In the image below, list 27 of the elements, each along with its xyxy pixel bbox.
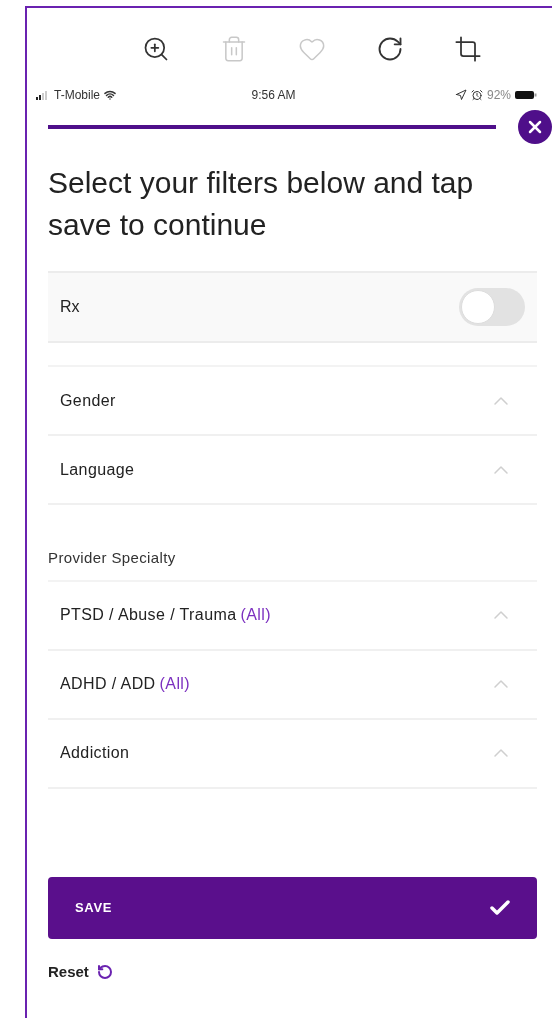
trash-icon[interactable] <box>220 35 248 63</box>
wifi-icon <box>104 89 116 101</box>
section-title: Provider Specialty <box>48 548 177 568</box>
filter-count: (All) <box>159 674 190 694</box>
signal-icon <box>36 90 50 100</box>
carrier-name: T-Mobile <box>54 87 100 104</box>
rx-toggle[interactable] <box>459 288 525 326</box>
battery-icon <box>515 90 537 100</box>
filter-label: PTSD / Abuse / Trauma <box>60 605 237 625</box>
close-button[interactable] <box>518 110 552 144</box>
filter-label: Gender <box>60 390 116 411</box>
rx-label: Rx <box>60 297 80 317</box>
crop-icon[interactable] <box>454 35 482 63</box>
filter-label: ADHD / ADD <box>60 674 156 694</box>
filter-label: Language <box>60 459 135 480</box>
reset-icon <box>96 963 113 980</box>
battery-percent: 92% <box>486 87 511 104</box>
rotate-icon[interactable] <box>376 35 404 63</box>
alarm-icon <box>470 89 483 101</box>
reset-button[interactable]: Reset <box>48 960 113 983</box>
save-button[interactable]: SAVE <box>48 876 537 939</box>
page-heading: Select your filters below and tap save to continue <box>48 165 475 243</box>
location-icon <box>454 89 467 101</box>
filter-count: (All) <box>240 605 271 625</box>
clock-time: 9:56 AM <box>251 87 296 104</box>
zoom-icon[interactable] <box>142 35 170 63</box>
filter-label: Addiction <box>60 743 130 763</box>
